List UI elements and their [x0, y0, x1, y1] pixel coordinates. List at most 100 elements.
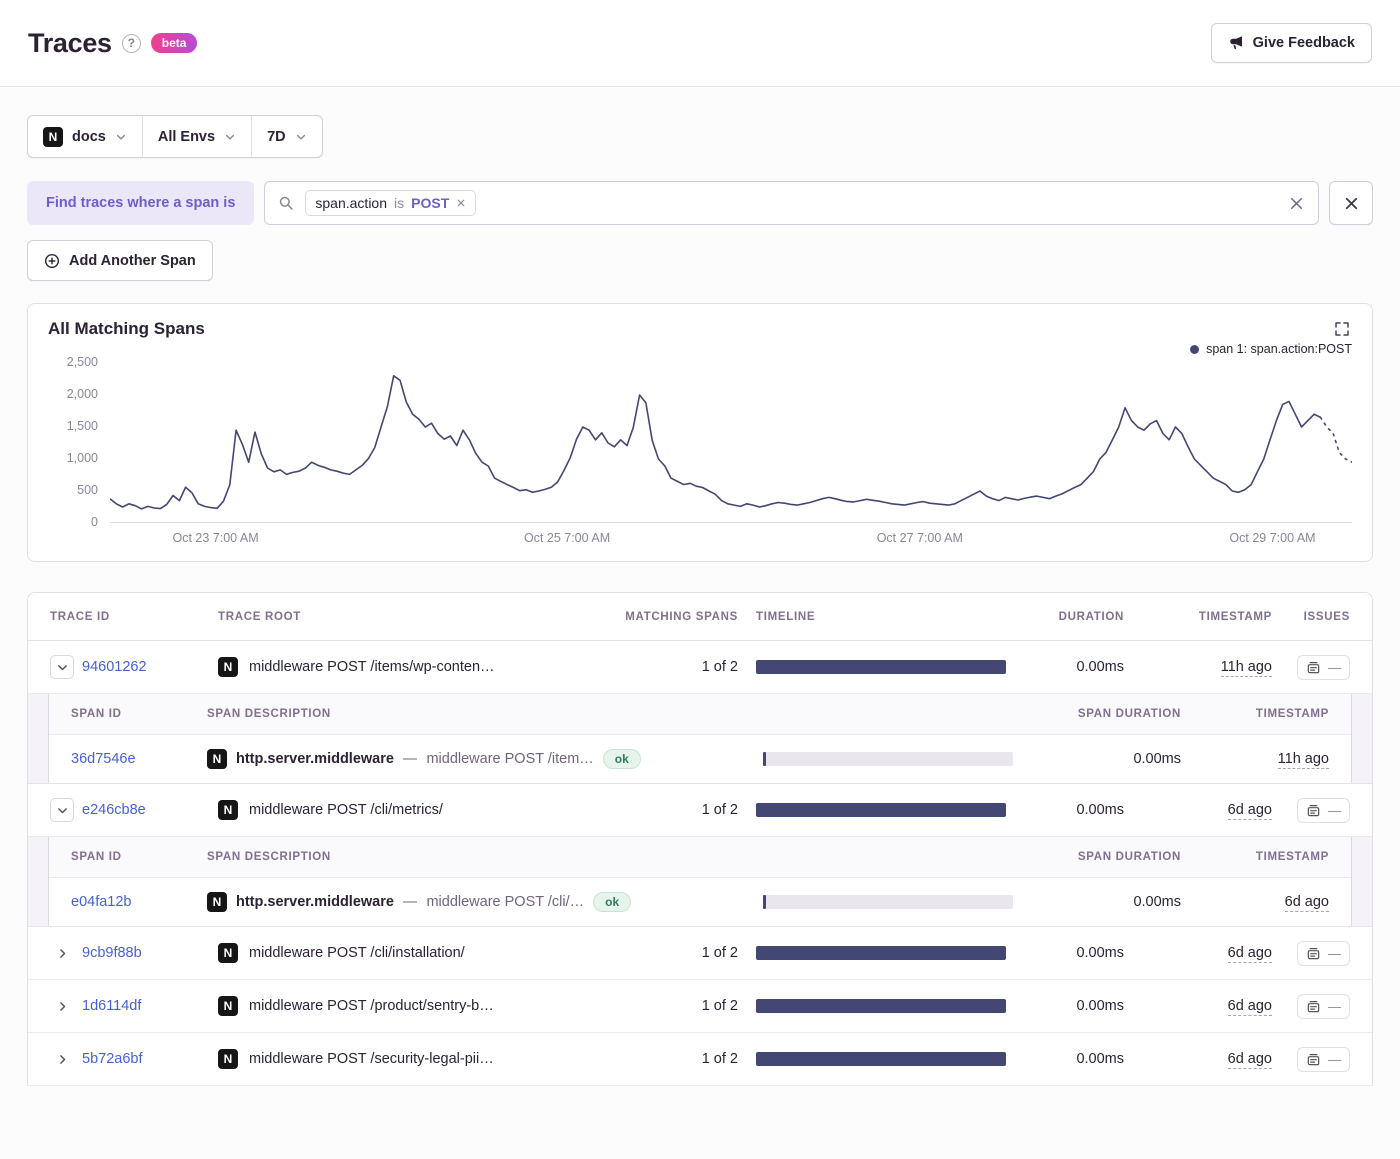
x-axis-tick-label: Oct 23 7:00 AM — [172, 531, 258, 545]
trace-timestamp: 6d ago — [1228, 1051, 1272, 1069]
span-query-row: Find traces where a span is span.action … — [27, 181, 1373, 225]
trace-id-link[interactable]: 5b72a6bf — [82, 1051, 142, 1067]
span-subtable: Span ID Span Description Span Duration T… — [28, 837, 1372, 927]
span-timestamp: 11h ago — [1278, 751, 1329, 769]
clear-search-icon[interactable] — [1288, 195, 1305, 212]
span-row[interactable]: e04fa12b N http.server.middleware — midd… — [49, 878, 1351, 926]
plus-circle-icon — [44, 253, 60, 269]
trace-timestamp: 6d ago — [1228, 945, 1272, 963]
x-axis-tick-label: Oct 25 7:00 AM — [524, 531, 610, 545]
token-key: span.action — [315, 195, 387, 211]
issues-button[interactable]: — — [1297, 655, 1350, 680]
project-icon: N — [207, 749, 227, 769]
give-feedback-button[interactable]: Give Feedback — [1211, 23, 1372, 63]
collapse-trace-button[interactable] — [50, 798, 74, 822]
trace-duration: 0.00ms — [1024, 802, 1124, 818]
project-icon: N — [218, 800, 238, 820]
project-filter-dropdown[interactable]: N docs — [28, 116, 142, 157]
span-search-input[interactable]: span.action is POST — [264, 181, 1319, 225]
issues-button[interactable]: — — [1297, 798, 1350, 823]
project-filter-label: docs — [72, 129, 106, 145]
issues-count: — — [1328, 999, 1341, 1014]
project-icon: N — [218, 996, 238, 1016]
remove-token-icon[interactable] — [456, 198, 466, 208]
date-range-dropdown[interactable]: 7D — [251, 116, 322, 157]
column-header-matching-spans: Matching Spans — [568, 611, 738, 623]
add-another-span-button[interactable]: Add Another Span — [27, 240, 213, 281]
issues-button[interactable]: — — [1297, 994, 1350, 1019]
trace-row[interactable]: 9cb9f88b N middleware POST /cli/installa… — [28, 927, 1372, 980]
trace-root-label: middleware POST /cli/metrics/ — [249, 802, 443, 818]
span-column-id: Span ID — [71, 851, 189, 863]
span-column-description: Span Description — [207, 851, 745, 863]
matching-spans-count: 1 of 2 — [568, 1051, 738, 1067]
trace-timeline-bar — [756, 803, 1006, 817]
token-value: POST — [411, 195, 449, 211]
y-axis-tick-label: 1,500 — [67, 419, 98, 433]
issues-button[interactable]: — — [1297, 941, 1350, 966]
issues-count: — — [1328, 660, 1341, 675]
main-content: N docs All Envs 7D Find traces where a s… — [0, 87, 1400, 1086]
environment-filter-dropdown[interactable]: All Envs — [142, 116, 251, 157]
search-token[interactable]: span.action is POST — [305, 190, 476, 216]
issues-count: — — [1328, 803, 1341, 818]
trace-duration: 0.00ms — [1024, 998, 1124, 1014]
span-column-description: Span Description — [207, 708, 745, 720]
y-axis-tick-label: 2,000 — [67, 387, 98, 401]
trace-timeline-bar — [756, 660, 1006, 674]
chart-x-axis: Oct 23 7:00 AM Oct 25 7:00 AM Oct 27 7:00 … — [110, 523, 1352, 551]
span-id-link[interactable]: 36d7546e — [71, 751, 136, 767]
span-column-timestamp: Timestamp — [1199, 851, 1329, 863]
trace-timestamp: 6d ago — [1228, 998, 1272, 1016]
chevron-down-icon — [115, 131, 127, 143]
matching-spans-count: 1 of 2 — [568, 998, 738, 1014]
trace-id-link[interactable]: e246cb8e — [82, 802, 146, 818]
environment-filter-label: All Envs — [158, 129, 215, 145]
trace-row[interactable]: 94601262 N middleware POST /items/wp-con… — [28, 641, 1372, 694]
span-column-duration: Span Duration — [1031, 851, 1181, 863]
x-axis-tick-label: Oct 29 7:00 AM — [1229, 531, 1315, 545]
expand-trace-button[interactable] — [50, 941, 74, 965]
span-subtable-header: Span ID Span Description Span Duration T… — [49, 694, 1351, 735]
project-icon: N — [207, 892, 227, 912]
trace-id-link[interactable]: 1d6114df — [82, 998, 141, 1014]
issues-count: — — [1328, 1052, 1341, 1067]
megaphone-icon — [1228, 35, 1244, 51]
trace-row[interactable]: 5b72a6bf N middleware POST /security-leg… — [28, 1033, 1372, 1086]
expand-trace-button[interactable] — [50, 1047, 74, 1071]
span-description-label: middleware POST /cli/… — [426, 894, 584, 910]
page-filter-bar: N docs All Envs 7D — [27, 115, 323, 158]
matching-spans-count: 1 of 2 — [568, 945, 738, 961]
matching-spans-count: 1 of 2 — [568, 802, 738, 818]
help-icon[interactable]: ? — [122, 34, 141, 53]
issues-button[interactable]: — — [1297, 1047, 1350, 1072]
trace-row[interactable]: 1d6114df N middleware POST /product/sent… — [28, 980, 1372, 1033]
chevron-down-icon — [295, 131, 307, 143]
expand-trace-button[interactable] — [50, 994, 74, 1018]
project-icon: N — [218, 943, 238, 963]
y-axis-tick-label: 2,500 — [67, 355, 98, 369]
project-icon: N — [218, 657, 238, 677]
trace-id-link[interactable]: 9cb9f88b — [82, 945, 142, 961]
y-axis-tick-label: 500 — [77, 483, 98, 497]
span-subtable-header: Span ID Span Description Span Duration T… — [49, 837, 1351, 878]
trace-id-link[interactable]: 94601262 — [82, 659, 147, 675]
span-id-link[interactable]: e04fa12b — [71, 894, 131, 910]
trace-duration: 0.00ms — [1024, 945, 1124, 961]
trace-row[interactable]: e246cb8e N middleware POST /cli/metrics/… — [28, 784, 1372, 837]
span-op-label: http.server.middleware — [236, 751, 394, 767]
remove-span-query-button[interactable] — [1329, 181, 1373, 225]
span-op-label: http.server.middleware — [236, 894, 394, 910]
column-header-trace-id: Trace ID — [50, 611, 200, 623]
trace-duration: 0.00ms — [1024, 1051, 1124, 1067]
expand-chart-icon[interactable] — [1332, 319, 1352, 339]
column-header-trace-root: Trace Root — [218, 611, 550, 623]
trace-timeline-bar — [756, 999, 1006, 1013]
trace-timeline-bar — [756, 1052, 1006, 1066]
page-title: Traces — [28, 28, 112, 59]
collapse-trace-button[interactable] — [50, 655, 74, 679]
span-row[interactable]: 36d7546e N http.server.middleware — midd… — [49, 735, 1351, 783]
page-header: Traces ? beta Give Feedback — [0, 0, 1400, 87]
chart-legend[interactable]: span 1: span.action:POST — [48, 341, 1352, 357]
x-axis-tick-label: Oct 27 7:00 AM — [877, 531, 963, 545]
